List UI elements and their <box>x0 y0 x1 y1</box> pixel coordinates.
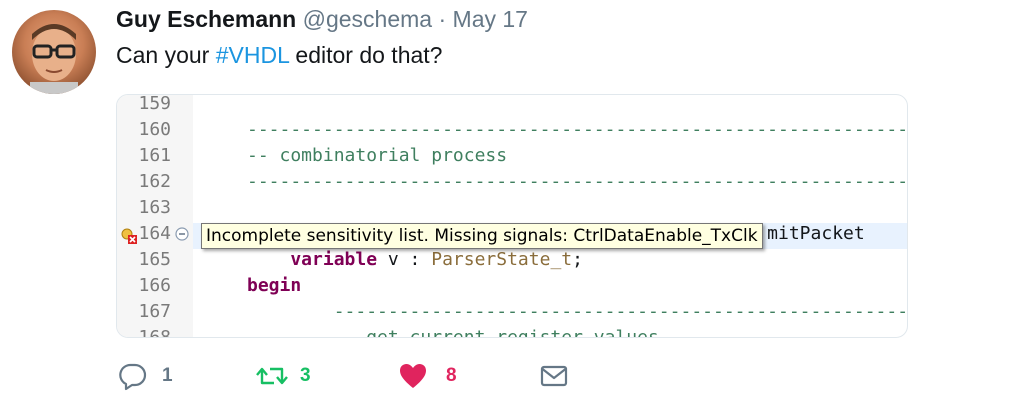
avatar-face-icon <box>30 24 78 94</box>
editor-line: 167 ------------------------------------… <box>117 299 907 325</box>
line-number: 166 <box>138 275 171 296</box>
editor-line: 161 -- combinatorial process <box>117 143 907 169</box>
like-action[interactable]: 8 <box>398 360 457 392</box>
retweet-count: 3 <box>300 365 311 386</box>
hashtag-link[interactable]: #VHDL <box>216 42 289 68</box>
tweet-media-image[interactable]: 159 160 ----------------------------------… <box>116 94 908 338</box>
code-text: ----------------------------------------… <box>247 119 908 140</box>
editor-line: 166 begin <box>117 273 907 299</box>
author-handle[interactable]: @geschema <box>303 6 432 32</box>
code-text: -- get current register values <box>247 327 659 338</box>
code-text: ----------------------------------------… <box>247 171 908 192</box>
envelope-icon <box>540 365 568 387</box>
tweet-text: Can your #VHDL editor do that? <box>116 42 442 69</box>
code-text: begin <box>247 275 302 296</box>
tweet-actions: 1 3 8 <box>0 360 1020 396</box>
like-count: 8 <box>446 365 457 386</box>
tweet-header: Guy Eschemann @geschema · May 17 <box>116 6 528 33</box>
code-text: variable v : ParserState_t; <box>247 249 583 270</box>
editor-line: 165 variable v : ParserState_t; <box>117 247 907 273</box>
tweet-date[interactable]: May 17 <box>453 6 528 32</box>
tweet-text-before: Can your <box>116 42 216 68</box>
line-number: 168 <box>138 327 171 338</box>
retweet-icon <box>256 367 288 385</box>
sensitivity-warning-tooltip: Incomplete sensitivity list. Missing sig… <box>201 223 763 249</box>
tweet-text-after: editor do that? <box>289 42 443 68</box>
line-number: 161 <box>138 145 171 166</box>
direct-message-action[interactable] <box>540 360 568 392</box>
code-text: ----------------------------------------… <box>247 301 908 322</box>
reply-icon <box>119 363 147 391</box>
code-text: -- combinatorial process <box>247 145 508 166</box>
editor-line: 163 <box>117 195 907 221</box>
line-number: 163 <box>138 197 171 218</box>
line-number: 165 <box>138 249 171 270</box>
header-separator: · <box>438 6 447 32</box>
editor-line: 159 <box>117 94 907 117</box>
heart-icon <box>400 364 426 388</box>
line-number: 162 <box>138 171 171 192</box>
fold-collapse-icon[interactable] <box>175 227 189 241</box>
editor-line: 168 -- get current register values <box>117 325 907 338</box>
reply-action[interactable]: 1 <box>118 360 173 392</box>
line-number: 160 <box>138 119 171 140</box>
line-number: 167 <box>138 301 171 322</box>
author-avatar[interactable] <box>12 10 96 94</box>
reply-count: 1 <box>162 365 173 386</box>
editor-line: 160 -------------------------------------… <box>117 117 907 143</box>
retweet-action[interactable]: 3 <box>256 360 311 392</box>
author-name[interactable]: Guy Eschemann <box>116 6 296 32</box>
line-number: 159 <box>138 94 171 114</box>
error-marker-icon <box>121 228 137 244</box>
editor-line: 162 -------------------------------------… <box>117 169 907 195</box>
